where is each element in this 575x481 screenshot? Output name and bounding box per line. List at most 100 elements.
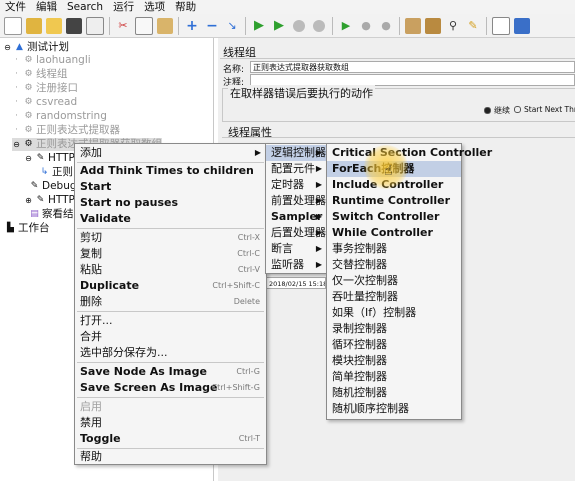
menu-shortcut: Ctrl-G [236,367,260,376]
menu-item-label: Validate [80,212,131,225]
menu-item-open[interactable]: 打开... [75,313,266,329]
menu-item-duplicate[interactable]: Duplicate Ctrl+Shift-C [75,278,266,294]
menu-item-copy[interactable]: 复制 Ctrl-C [75,246,266,262]
new-icon[interactable] [4,16,22,35]
menu-item-cut[interactable]: 剪切 Ctrl-X [75,230,266,246]
remote-stop-icon[interactable]: ● [358,18,374,34]
menu-item-save-screen-image[interactable]: Save Screen As Image Ctrl+Shift-G [75,380,266,396]
start-no-pause-icon[interactable]: ▶ [271,18,287,34]
start-icon[interactable]: ▶ [251,18,267,34]
collapse-toggle-icon[interactable]: ⊖ [3,43,12,52]
save-icon[interactable] [66,17,82,34]
menu-item-validate[interactable]: Validate [75,211,266,227]
expand-toggle-icon[interactable]: · [12,70,21,79]
submenu-item-pre-processor[interactable]: 前置处理器 ▶ [266,193,327,209]
expand-icon[interactable]: + [184,18,200,34]
controller-transaction[interactable]: 事务控制器 [327,241,461,257]
save-as-icon[interactable] [86,16,104,35]
cut-icon[interactable]: ✂ [115,18,131,34]
tree-node-register[interactable]: · ⚙ 注册接口 [12,82,78,95]
tree-node-test-plan[interactable]: ⊖ ▲ 测试计划 [3,41,69,54]
start-time-field[interactable]: 2018/02/15 15:18:20 [266,277,326,289]
submenu-item-config-element[interactable]: 配置元件 ▶ [266,161,327,177]
expand-toggle-icon[interactable]: · [12,112,21,121]
tree-node-csvread[interactable]: · ⚙ csvread [12,96,77,109]
submenu-item-sampler[interactable]: Sampler ▶ [266,209,327,225]
menu-item-toggle[interactable]: Toggle Ctrl-T [75,431,266,447]
tree-node-regex-child[interactable]: ↳ 正则 [40,166,73,179]
controller-switch[interactable]: Switch Controller [327,209,461,225]
pencil-icon: ✎ [36,195,45,205]
controller-recording[interactable]: 录制控制器 [327,321,461,337]
menu-item-save-node-image[interactable]: Save Node As Image Ctrl-G [75,364,266,380]
expand-toggle-icon[interactable]: · [12,84,21,93]
menu-run[interactable]: 运行 [108,0,139,14]
controller-random-order[interactable]: 随机顺序控制器 [327,401,461,417]
menu-item-save-selection[interactable]: 选中部分保存为... [75,345,266,361]
clear-icon[interactable] [405,17,421,34]
tree-node-workbench[interactable]: ▙ 工作台 [6,222,49,235]
menu-item-paste[interactable]: 粘贴 Ctrl-V [75,262,266,278]
submenu-item-timer[interactable]: 定时器 ▶ [266,177,327,193]
expand-toggle-icon[interactable]: · [12,56,21,65]
copy-icon[interactable] [135,16,153,35]
toggle-icon[interactable]: ↘ [224,18,240,34]
name-field[interactable]: 正则表达式提取器获取数组 [250,61,575,73]
templates-icon[interactable] [26,17,42,34]
expand-toggle-icon[interactable]: · [12,98,21,107]
submenu-item-assertion[interactable]: 断言 ▶ [266,241,327,257]
help-icon[interactable] [514,17,530,34]
collapse-toggle-icon[interactable]: ⊖ [12,140,21,149]
shutdown-icon[interactable] [311,18,327,34]
tree-node-laohuangli[interactable]: · ⚙ laohuangli [12,54,91,67]
menu-options[interactable]: 选项 [139,0,170,14]
controller-simple[interactable]: 简单控制器 [327,369,461,385]
menu-help[interactable]: 帮助 [170,0,201,14]
expand-toggle-icon[interactable]: · [12,126,21,135]
submenu-item-logic-controller[interactable]: 逻辑控制器 ▶ [266,145,327,161]
collapse-icon[interactable]: − [204,18,220,34]
submenu-item-post-processor[interactable]: 后置处理器 ▶ [266,225,327,241]
expand-toggle-icon[interactable]: ⊕ [24,196,33,205]
menu-search[interactable]: Search [62,0,108,14]
radio-continue[interactable]: 继续 [484,105,510,116]
stop-icon[interactable] [291,18,307,34]
menu-item-disable[interactable]: 禁用 [75,415,266,431]
radio-next-label: Start Next Thread [524,105,575,114]
menu-item-merge[interactable]: 合并 [75,329,266,345]
clear-all-icon[interactable] [425,17,441,34]
controller-if[interactable]: 如果（If）控制器 [327,305,461,321]
menu-item-add-think-times[interactable]: Add Think Times to children [75,163,266,179]
submenu-arrow-icon: ▶ [315,196,322,205]
controller-loop[interactable]: 循环控制器 [327,337,461,353]
radio-next-thread[interactable]: Start Next Thread [514,105,575,114]
menu-item-delete[interactable]: 删除 Delete [75,294,266,310]
menu-item-add[interactable]: 添加 ▶ [75,145,266,161]
controller-throughput[interactable]: 吞吐量控制器 [327,289,461,305]
menu-item-help[interactable]: 帮助 [75,449,266,465]
menu-file[interactable]: 文件 [0,0,31,14]
controller-module[interactable]: 模块控制器 [327,353,461,369]
search-icon[interactable]: ⚲ [445,18,461,34]
controller-random[interactable]: 随机控制器 [327,385,461,401]
menu-item-start[interactable]: Start [75,179,266,195]
controller-runtime[interactable]: Runtime Controller [327,193,461,209]
collapse-toggle-icon[interactable]: ⊖ [24,154,33,163]
controller-interleave[interactable]: 交替控制器 [327,257,461,273]
remote-exit-icon[interactable]: ● [378,18,394,34]
tree-node-label: 正则表达式提取器 [36,124,120,136]
reset-search-icon[interactable]: ✎ [465,18,481,34]
tree-node-randomstring[interactable]: · ⚙ randomstring [12,110,107,123]
function-helper-icon[interactable] [492,16,510,35]
menu-edit[interactable]: 编辑 [31,0,62,14]
tree-node-regex-extractor[interactable]: · ⚙ 正则表达式提取器 [12,124,120,137]
submenu-arrow-icon: ▶ [254,148,261,157]
open-icon[interactable] [46,17,62,34]
submenu-item-listener[interactable]: 监听器 ▶ [266,257,327,273]
paste-icon[interactable] [157,17,173,34]
tree-node-thread-group[interactable]: · ⚙ 线程组 [12,68,67,81]
remote-start-icon[interactable]: ▶ [338,18,354,34]
menu-item-start-no-pauses[interactable]: Start no pauses [75,195,266,211]
controller-while[interactable]: While Controller [327,225,461,241]
controller-once-only[interactable]: 仅一次控制器 [327,273,461,289]
